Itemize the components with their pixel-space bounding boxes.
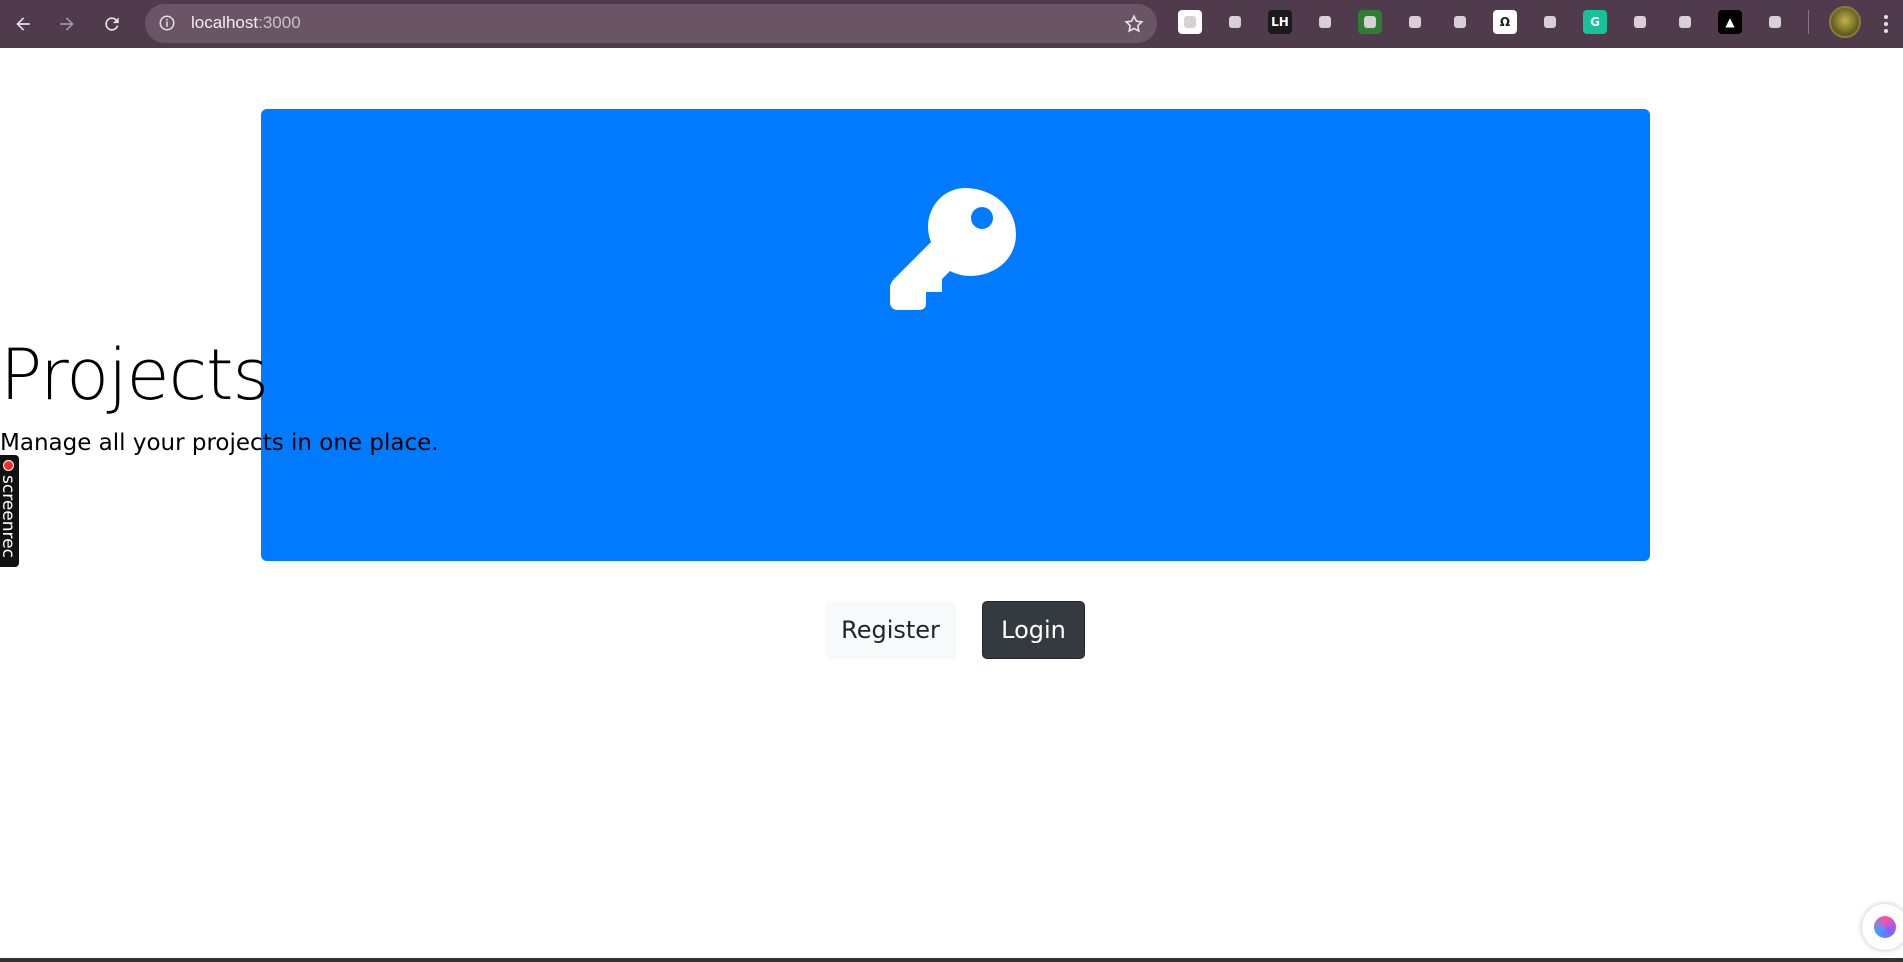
menu-dot-icon [1884,15,1888,19]
record-dot-icon [3,460,14,471]
address-bar[interactable]: localhost:3000 [145,4,1157,43]
screenrec-label: screenrec [0,475,18,558]
reload-icon [105,17,119,31]
screenrec-tab[interactable]: screenrec [0,455,19,567]
page-subtitle: Manage all your projects in one place. [0,430,439,456]
page-title: Projects [0,334,269,416]
ext-highlighter-icon[interactable] [1673,10,1697,34]
ext-omega-icon[interactable]: Ω [1493,10,1517,34]
key-icon [890,188,1016,310]
register-button[interactable]: Register [825,601,956,659]
browser-toolbar: localhost:3000 LH Ω G ▲ [0,0,1903,48]
arrow-left-icon [16,17,30,31]
profile-avatar[interactable] [1829,6,1861,38]
ext-rocket-icon[interactable] [1313,10,1337,34]
login-button[interactable]: Login [982,601,1085,659]
brain-icon [1874,916,1896,938]
bookmark-star-icon[interactable] [1123,13,1145,35]
forward-button[interactable] [51,8,83,40]
ext-grammarly-icon[interactable]: G [1583,10,1607,34]
ext-lighthouse-icon[interactable]: LH [1268,10,1292,34]
ext-play-icon[interactable] [1403,10,1427,34]
hero-banner [261,109,1650,561]
extensions-puzzle-icon[interactable] [1763,10,1787,34]
ext-window-icon[interactable] [1538,10,1562,34]
ext-brain-icon[interactable] [1628,10,1652,34]
ext-strip-icon[interactable] [1178,10,1202,34]
menu-dot-icon [1884,22,1888,26]
site-info-icon[interactable] [157,13,177,33]
ext-triangle-icon[interactable]: ▲ [1718,10,1742,34]
url-text: localhost:3000 [191,13,301,33]
url-host: localhost [191,13,259,32]
arrow-right-icon [60,17,74,31]
toolbar-divider [1808,10,1809,34]
url-port: :3000 [258,13,301,32]
ext-dropper-icon[interactable] [1223,10,1247,34]
window-bottom-border [0,958,1903,962]
menu-dot-icon [1884,29,1888,33]
reload-button[interactable] [96,8,128,40]
browser-menu-button[interactable] [1878,8,1894,40]
ext-tree-icon[interactable] [1358,10,1382,34]
assistant-badge[interactable] [1862,904,1903,950]
back-button[interactable] [7,8,39,40]
ext-turtle-icon[interactable] [1448,10,1472,34]
